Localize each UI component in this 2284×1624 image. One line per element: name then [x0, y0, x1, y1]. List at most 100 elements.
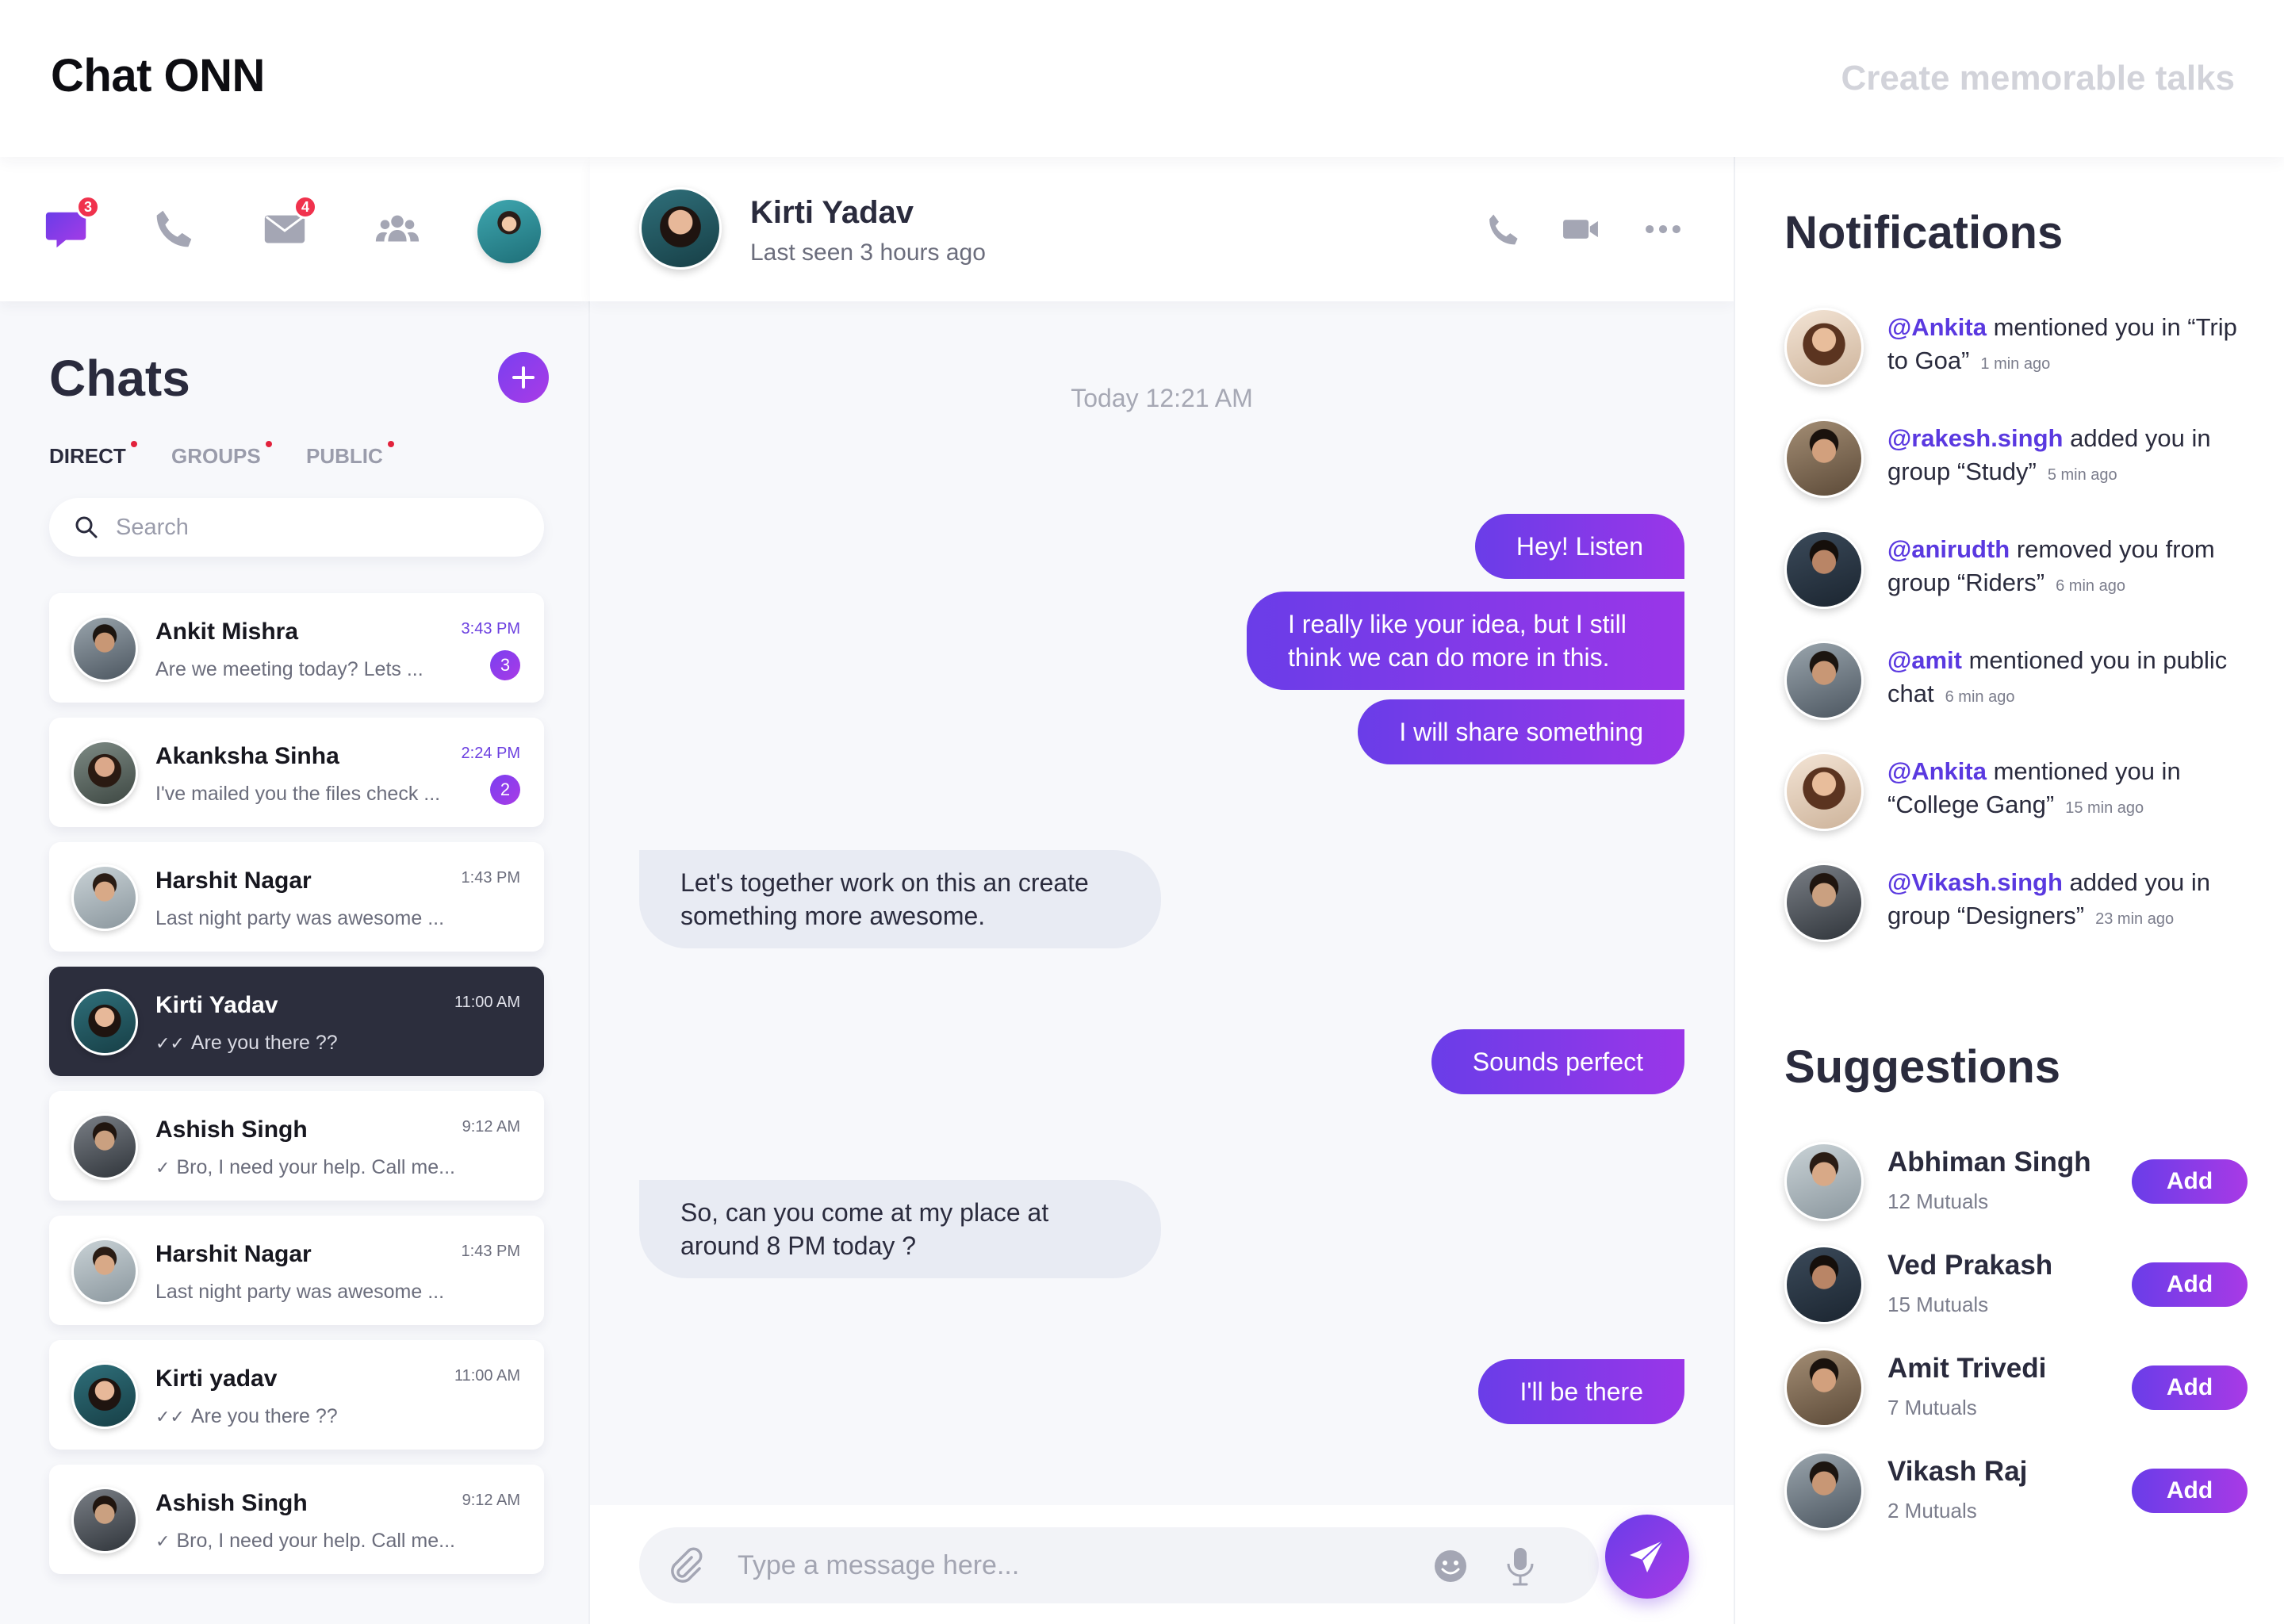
- chat-list-item[interactable]: Ashish Singh ✓ Bro, I need your help. Cal…: [49, 1465, 544, 1574]
- notification-time: 6 min ago: [2056, 577, 2125, 595]
- suggestion-item: Amit Trivedi 7 Mutuals Add: [1784, 1348, 2268, 1431]
- notification-handle[interactable]: @Ankita: [1887, 313, 1987, 341]
- chat-preview: Are we meeting today? Lets ...: [155, 658, 423, 681]
- chat-name: Akanksha Sinha: [155, 743, 339, 769]
- voice-call-button[interactable]: [1478, 205, 1527, 254]
- chat-list-item-active[interactable]: Kirti Yadav ✓✓ Are you there ?? 11:00 AM: [49, 967, 544, 1076]
- suggestion-mutuals: 2 Mutuals: [1887, 1499, 1977, 1522]
- tab-direct-dot: [130, 441, 137, 447]
- more-options-button[interactable]: [1638, 205, 1688, 254]
- nav-mail-badge: 4: [293, 195, 317, 219]
- chat-preview: Last night party was awesome ...: [155, 907, 444, 930]
- nav-calls-button[interactable]: [146, 201, 201, 257]
- new-chat-button[interactable]: [498, 352, 549, 403]
- contact-avatar[interactable]: [639, 187, 722, 270]
- chat-preview-text: I've mailed you the files check ...: [155, 783, 441, 805]
- avatar: [71, 864, 138, 931]
- composer-field: [639, 1527, 1599, 1603]
- add-friend-button[interactable]: Add: [2132, 1365, 2248, 1410]
- suggestion-name: Amit Trivedi: [1887, 1353, 2047, 1384]
- microphone-icon[interactable]: [1500, 1545, 1540, 1588]
- suggestion-name: Abhiman Singh: [1887, 1147, 2091, 1178]
- message-bubble-outgoing: I will share something: [1358, 699, 1684, 764]
- avatar: [71, 989, 138, 1055]
- paperclip-icon[interactable]: [665, 1546, 704, 1586]
- message-bubble-incoming: Let's together work on this an create so…: [639, 850, 1161, 948]
- notification-handle[interactable]: @amit: [1887, 646, 1962, 674]
- notification-time: 5 min ago: [2047, 466, 2117, 484]
- suggestion-mutuals: 7 Mutuals: [1887, 1396, 1977, 1419]
- chat-preview-text: Are we meeting today? Lets ...: [155, 658, 423, 680]
- notification-handle[interactable]: @Vikash.singh: [1887, 868, 2063, 896]
- profile-avatar[interactable]: [477, 200, 541, 263]
- chats-heading: Chats: [49, 350, 190, 407]
- message-composer: [590, 1505, 1734, 1624]
- chat-list-item[interactable]: Harshit Nagar Last night party was aweso…: [49, 1216, 544, 1325]
- suggestion-item: Abhiman Singh 12 Mutuals Add: [1784, 1142, 2268, 1224]
- nav-chats-button[interactable]: 3: [40, 195, 100, 257]
- add-friend-button[interactable]: Add: [2132, 1469, 2248, 1513]
- message-bubble-outgoing: I'll be there: [1478, 1359, 1684, 1424]
- notification-item[interactable]: @Ankita mentioned you in “Trip to Goa” 1 …: [1784, 308, 2260, 395]
- chat-preview: Last night party was awesome ...: [155, 1281, 444, 1304]
- avatar: [1784, 1142, 1864, 1221]
- nav-groups-button[interactable]: [370, 201, 425, 257]
- tab-direct[interactable]: DIRECT: [49, 441, 137, 469]
- chat-name: Kirti Yadav: [155, 992, 278, 1018]
- message-bubble-outgoing: I really like your idea, but I still thi…: [1247, 592, 1684, 690]
- suggestion-mutuals: 15 Mutuals: [1887, 1293, 1989, 1316]
- chat-list-item[interactable]: Ashish Singh ✓ Bro, I need your help. Cal…: [49, 1091, 544, 1201]
- notification-item[interactable]: @Ankita mentioned you in “College Gang” 1…: [1784, 752, 2260, 839]
- message-input[interactable]: [738, 1543, 1420, 1588]
- chat-time: 1:43 PM: [461, 1243, 520, 1260]
- chat-list-item[interactable]: Harshit Nagar Last night party was aweso…: [49, 842, 544, 952]
- message-bubble-outgoing: Sounds perfect: [1431, 1029, 1684, 1094]
- chat-name: Ankit Mishra: [155, 619, 299, 645]
- chat-preview-text: Are you there ??: [190, 1405, 338, 1427]
- double-check-icon: ✓✓: [155, 1032, 185, 1053]
- chat-list: Ankit Mishra Are we meeting today? Lets …: [49, 593, 544, 1589]
- add-friend-button[interactable]: Add: [2132, 1159, 2248, 1204]
- unread-badge: 2: [490, 775, 520, 805]
- chat-preview: I've mailed you the files check ...: [155, 783, 440, 806]
- search-input[interactable]: [116, 514, 528, 541]
- notification-item[interactable]: @Vikash.singh added you in group “Design…: [1784, 863, 2260, 950]
- notification-handle[interactable]: @anirudth: [1887, 535, 2010, 563]
- chat-list-item[interactable]: Akanksha Sinha I've mailed you the files…: [49, 718, 544, 827]
- tab-public[interactable]: PUBLIC: [306, 441, 394, 469]
- video-call-button[interactable]: [1556, 205, 1605, 254]
- chat-list-item[interactable]: Ankit Mishra Are we meeting today? Lets …: [49, 593, 544, 703]
- phone-icon: [156, 210, 192, 247]
- add-friend-button[interactable]: Add: [2132, 1262, 2248, 1307]
- phone-icon: [1489, 214, 1518, 245]
- plus-icon: [512, 366, 535, 389]
- main-nav: 3 4: [0, 157, 590, 301]
- chat-list-item[interactable]: Kirti yadav ✓✓ Are you there ?? 11:00 AM: [49, 1340, 544, 1450]
- nav-mail-button[interactable]: 4: [257, 195, 317, 257]
- app-tagline: Create memorable talks: [1841, 59, 2235, 98]
- avatar: [1784, 1451, 1864, 1530]
- tab-groups[interactable]: GROUPS: [171, 441, 272, 469]
- notification-item[interactable]: @rakesh.singh added you in group “Study”…: [1784, 419, 2260, 506]
- emoji-icon[interactable]: [1432, 1548, 1469, 1584]
- chat-time: 3:43 PM: [461, 620, 520, 638]
- notification-item[interactable]: @amit mentioned you in public chat 6 min …: [1784, 641, 2260, 728]
- suggestion-name: Ved Prakash: [1887, 1250, 2053, 1281]
- group-icon: [375, 215, 420, 242]
- more-horizontal-icon: [1646, 224, 1680, 234]
- suggestions-heading: Suggestions: [1784, 1041, 2061, 1093]
- app-title: Chat ONN: [51, 50, 265, 102]
- notification-handle[interactable]: @rakesh.singh: [1887, 424, 2063, 452]
- notification-item[interactable]: @anirudth removed you from group “Riders…: [1784, 530, 2260, 617]
- check-icon: ✓: [155, 1530, 171, 1551]
- avatar: [1784, 419, 1864, 498]
- suggestion-item: Vikash Raj 2 Mutuals Add: [1784, 1451, 2268, 1534]
- notification-handle[interactable]: @Ankita: [1887, 757, 1987, 785]
- send-button[interactable]: [1605, 1515, 1689, 1599]
- message-bubble-outgoing: Hey! Listen: [1474, 514, 1684, 579]
- conversation-panel: Kirti Yadav Last seen 3 hours ago Today …: [590, 157, 1734, 1624]
- notification-text: @Ankita mentioned you in “Trip to Goa” 1 …: [1887, 311, 2260, 381]
- check-icon: ✓: [155, 1157, 171, 1178]
- avatar: [71, 615, 138, 682]
- chat-preview-text: Bro, I need your help. Call me...: [176, 1156, 455, 1178]
